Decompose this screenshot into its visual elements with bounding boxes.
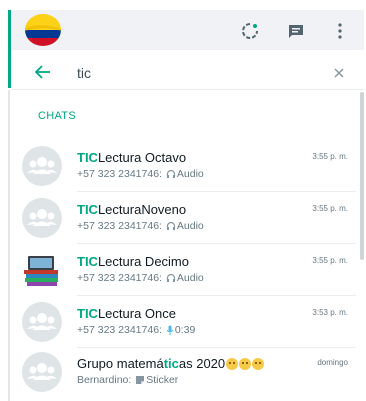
- chat-time: domingo: [317, 358, 348, 367]
- chat-name-rest: Lectura Octavo: [97, 150, 187, 165]
- emoji-icon: [239, 358, 252, 370]
- chat-name: TICLectura Once: [77, 306, 176, 321]
- new-chat-icon[interactable]: [287, 22, 305, 40]
- colombia-flag-icon: [25, 14, 61, 46]
- chat-name: TICLecturaNoveno: [77, 202, 186, 217]
- chat-row[interactable]: TICLecturaNoveno +57 323 2341746: Audio …: [11, 192, 356, 244]
- books-avatar: [22, 250, 62, 290]
- group-avatar: [22, 352, 62, 392]
- chat-sender: +57 323 2341746:: [77, 272, 165, 284]
- chat-sender: +57 323 2341746:: [77, 324, 165, 336]
- chat-name-rest: as 2020: [178, 356, 226, 371]
- chat-time: 3:55 p. m.: [312, 256, 348, 265]
- section-label-chats: CHATS: [38, 110, 76, 122]
- microphone-icon: [166, 325, 174, 338]
- menu-dots-icon[interactable]: [331, 22, 349, 40]
- chat-sender: +57 323 2341746:: [77, 220, 165, 232]
- chat-time: 3:53 p. m.: [312, 308, 348, 317]
- chat-preview: +57 323 2341746: Audio: [77, 272, 204, 286]
- chat-name: TICLectura Octavo: [77, 150, 186, 165]
- chat-preview: +57 323 2341746: Audio: [77, 168, 204, 182]
- chat-name: Grupo matemáticas 2020: [77, 356, 265, 371]
- chat-row[interactable]: TICLectura Once +57 323 2341746: 0:39 3:…: [11, 296, 356, 348]
- chat-name-rest: LecturaNoveno: [97, 202, 187, 217]
- chat-time: 3:55 p. m.: [312, 152, 348, 161]
- chat-preview: +57 323 2341746: Audio: [77, 220, 204, 234]
- group-icon: [27, 209, 57, 226]
- chat-preview: +57 323 2341746: 0:39: [77, 324, 195, 338]
- headphones-icon: [166, 169, 176, 182]
- chat-row[interactable]: TICLectura Octavo +57 323 2341746: Audio…: [11, 140, 356, 192]
- chat-name-highlight: TIC: [77, 150, 98, 165]
- profile-avatar[interactable]: [25, 14, 61, 46]
- headphones-icon: [166, 221, 176, 234]
- sticker-icon: [135, 375, 145, 388]
- chat-sender: Bernardino:: [77, 374, 135, 386]
- chat-name-highlight: TIC: [77, 202, 98, 217]
- chat-media-label: Sticker: [146, 374, 179, 386]
- close-icon[interactable]: [333, 66, 345, 78]
- chat-time: 3:55 p. m.: [312, 204, 348, 213]
- side-panel-header: [11, 10, 364, 50]
- chat-name: TICLectura Decimo: [77, 254, 189, 269]
- chat-media-label: Audio: [176, 220, 204, 232]
- books-icon: [24, 256, 58, 286]
- status-icon[interactable]: [241, 22, 259, 40]
- chat-media-label: Audio: [176, 272, 204, 284]
- headphones-icon: [166, 273, 176, 286]
- emoji-icon: [252, 358, 265, 370]
- group-avatar: [22, 146, 62, 186]
- group-avatar: [22, 302, 62, 342]
- group-icon: [27, 313, 57, 330]
- chat-row[interactable]: TICLectura Decimo +57 323 2341746: Audio…: [11, 244, 356, 296]
- group-icon: [27, 157, 57, 174]
- back-arrow-icon[interactable]: [34, 65, 51, 79]
- search-input[interactable]: [77, 64, 307, 82]
- chat-name-highlight: TIC: [77, 254, 98, 269]
- chat-name-rest: Lectura Decimo: [97, 254, 189, 269]
- chat-name-highlight: tic: [163, 356, 179, 371]
- chat-media-label: 0:39: [174, 324, 196, 336]
- chat-sender: +57 323 2341746:: [77, 168, 165, 180]
- list-left-border: [8, 90, 10, 401]
- chat-name-pre: Grupo matemá: [77, 356, 164, 371]
- emoji-icon: [226, 358, 239, 370]
- chat-media-label: Audio: [176, 168, 204, 180]
- chat-name-highlight: TIC: [77, 306, 98, 321]
- scrollbar[interactable]: [360, 92, 364, 260]
- chat-row[interactable]: Grupo matemáticas 2020 Bernardino: Stick…: [11, 346, 356, 398]
- chat-preview: Bernardino: Sticker: [77, 374, 178, 388]
- group-icon: [27, 363, 57, 380]
- chat-name-rest: Lectura Once: [97, 306, 176, 321]
- group-avatar: [22, 198, 62, 238]
- search-bar: [11, 56, 364, 90]
